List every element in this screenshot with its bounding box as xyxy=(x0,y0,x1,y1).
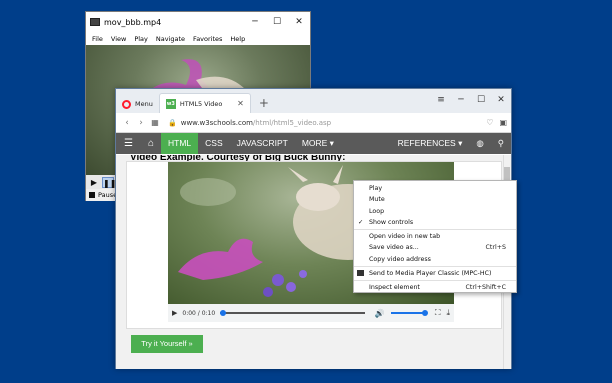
w3schools-navbar: ☰ ⌂ HTML CSS JAVASCRIPT MORE ▾ REFERENCE… xyxy=(116,133,511,154)
url-path: /html/html5_video.asp xyxy=(252,118,332,127)
ctx-show-controls[interactable]: ✓ Show controls xyxy=(354,217,516,228)
tab-label: HTML5 Video xyxy=(179,99,223,108)
nav-references[interactable]: REFERENCES ▾ xyxy=(391,133,470,154)
url-host: www.w3schools.com xyxy=(180,118,253,127)
video-controls: ▶ 0:00 / 0:10 🔊 ⛶ ⤓ xyxy=(168,304,454,322)
minimize-button[interactable]: ─ xyxy=(244,17,266,27)
nav-more[interactable]: MORE ▾ xyxy=(295,133,341,154)
ctx-mute[interactable]: Mute xyxy=(354,194,516,205)
ctx-send-to-mpc[interactable]: Send to Media Player Classic (MPC-HC) xyxy=(354,268,516,279)
hamburger-menu-icon[interactable]: ☰ xyxy=(116,133,141,154)
maximize-button[interactable]: ☐ xyxy=(266,17,288,27)
ctx-open-new-tab[interactable]: Open video in new tab xyxy=(354,231,516,242)
menu-favorites[interactable]: Favorites xyxy=(189,35,226,43)
volume-slider[interactable] xyxy=(390,310,428,316)
ctx-separator xyxy=(354,266,516,268)
lock-icon[interactable]: 🔒 xyxy=(168,119,177,127)
nav-html[interactable]: HTML xyxy=(161,133,199,154)
home-icon[interactable]: ⌂ xyxy=(141,133,161,154)
video-progress-bar[interactable] xyxy=(220,310,365,316)
play-button[interactable]: ▶ xyxy=(88,177,100,188)
close-button[interactable]: ✕ xyxy=(288,17,310,27)
browser-window-controls: ≡ ─ ☐ ✕ xyxy=(431,89,511,111)
nav-css[interactable]: CSS xyxy=(198,133,229,154)
minimize-button[interactable]: ─ xyxy=(451,95,471,105)
opera-menu-button[interactable]: Menu xyxy=(116,95,159,113)
mpc-icon xyxy=(357,270,364,277)
w3schools-favicon-icon: w3 xyxy=(165,98,176,109)
easy-setup-icon[interactable]: ≡ xyxy=(431,95,451,105)
snapshot-icon[interactable]: ▣ xyxy=(499,118,507,127)
progress-handle[interactable] xyxy=(220,310,227,316)
checkmark-icon: ✓ xyxy=(358,218,364,226)
download-icon[interactable]: ⤓ xyxy=(446,308,450,318)
menu-view[interactable]: View xyxy=(107,35,130,43)
ctx-copy-address[interactable]: Copy video address xyxy=(354,254,516,265)
ctx-separator xyxy=(354,229,516,231)
address-bar: ‹ › ▦ 🔒 www.w3schools.com /html/html5_vi… xyxy=(116,113,511,133)
opera-logo-icon xyxy=(122,99,131,109)
ctx-separator xyxy=(354,280,516,282)
forward-icon[interactable]: › xyxy=(134,118,148,128)
ctx-play[interactable]: Play xyxy=(354,183,516,194)
volume-icon[interactable]: 🔊 xyxy=(375,309,385,318)
close-button[interactable]: ✕ xyxy=(491,95,511,105)
status-icon xyxy=(89,192,95,198)
menu-play[interactable]: Play xyxy=(130,35,152,43)
browser-titlebar[interactable]: Menu w3 HTML5 Video ✕ + ≡ ─ ☐ ✕ xyxy=(116,89,511,113)
pause-button[interactable]: ❚❚ xyxy=(102,176,116,188)
volume-handle[interactable] xyxy=(421,310,428,316)
menu-label: Menu xyxy=(135,100,153,108)
video-context-menu: Play Mute Loop ✓ Show controls Open video… xyxy=(353,180,517,293)
back-icon[interactable]: ‹ xyxy=(120,118,134,128)
mpc-titlebar[interactable]: mov_bbb.mp4 ─ ☐ ✕ xyxy=(86,12,310,32)
video-time: 0:00 / 0:10 xyxy=(182,309,216,317)
menu-file[interactable]: File xyxy=(88,35,107,43)
try-it-yourself-button[interactable]: Try it Yourself » xyxy=(131,335,203,353)
globe-icon[interactable]: ◍ xyxy=(469,133,490,154)
fullscreen-icon[interactable]: ⛶ xyxy=(435,308,441,318)
mpc-menubar: File View Play Navigate Favorites Help xyxy=(86,32,310,45)
mpc-title: mov_bbb.mp4 xyxy=(104,17,162,27)
film-icon xyxy=(90,18,100,26)
maximize-button[interactable]: ☐ xyxy=(471,95,491,105)
ctx-inspect-element[interactable]: Inspect element Ctrl+Shift+C xyxy=(354,282,516,293)
url-field[interactable]: 🔒 www.w3schools.com /html/html5_video.as… xyxy=(168,116,480,130)
tab-html5-video[interactable]: w3 HTML5 Video ✕ xyxy=(158,93,251,113)
menu-navigate[interactable]: Navigate xyxy=(152,35,189,43)
menu-help[interactable]: Help xyxy=(226,35,249,43)
new-tab-button[interactable]: + xyxy=(251,96,277,113)
ctx-loop[interactable]: Loop xyxy=(354,206,516,217)
search-icon[interactable]: ⚲ xyxy=(491,133,511,154)
nav-javascript[interactable]: JAVASCRIPT xyxy=(230,133,295,154)
bookmark-heart-icon[interactable]: ♡ xyxy=(486,118,493,127)
speed-dial-icon[interactable]: ▦ xyxy=(148,118,162,127)
video-play-icon[interactable]: ▶ xyxy=(172,309,177,317)
tab-close-icon[interactable]: ✕ xyxy=(237,99,244,108)
ctx-save-video[interactable]: Save video as... Ctrl+S xyxy=(354,242,516,253)
